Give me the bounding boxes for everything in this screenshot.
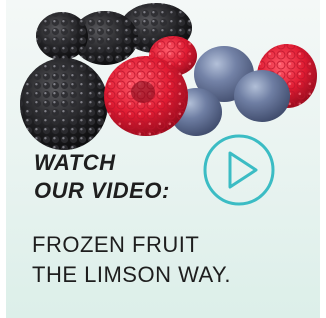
video-headline: WATCH OUR VIDEO:: [34, 149, 170, 205]
headline-line-our-video: OUR VIDEO:: [34, 178, 170, 203]
play-circle-icon[interactable]: [202, 133, 276, 207]
video-subtitle: FROZEN FRUIT THE LIMSON WAY.: [32, 230, 231, 290]
subtitle-line-limson-way: THE LIMSON WAY.: [32, 262, 232, 287]
video-promo-card[interactable]: WATCH OUR VIDEO: FROZEN FRUIT THE LIMSON…: [6, 0, 320, 318]
headline-line-watch: WATCH: [34, 150, 116, 175]
subtitle-line-frozen-fruit: FROZEN FRUIT: [32, 232, 200, 257]
